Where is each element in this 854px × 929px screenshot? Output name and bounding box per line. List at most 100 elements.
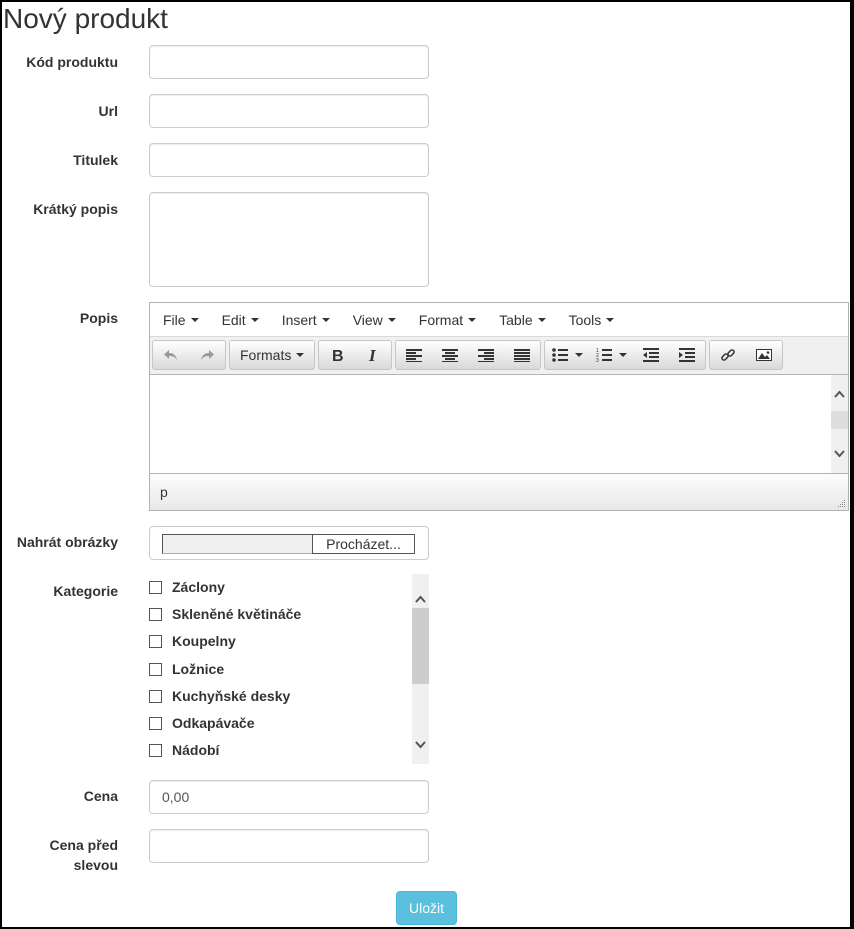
price-before-label-line2: slevou bbox=[73, 857, 118, 873]
category-checkbox[interactable] bbox=[149, 689, 162, 703]
menu-edit[interactable]: Edit bbox=[213, 312, 268, 328]
indent-button[interactable] bbox=[669, 341, 705, 369]
bold-button[interactable]: B bbox=[319, 341, 355, 369]
align-left-button[interactable] bbox=[396, 341, 432, 369]
scroll-up-icon[interactable] bbox=[412, 590, 429, 607]
category-item: Koupelny bbox=[149, 631, 236, 651]
outdent-icon bbox=[643, 348, 660, 362]
caret-down-icon bbox=[387, 317, 396, 322]
category-item: Skleněné květináče bbox=[149, 604, 301, 624]
numbered-list-button[interactable]: 123 bbox=[589, 341, 633, 369]
svg-text:3: 3 bbox=[596, 358, 599, 363]
svg-text:I: I bbox=[368, 347, 377, 363]
category-list: Záclony Skleněné květináče Koupelny Ložn… bbox=[149, 574, 429, 764]
menu-format[interactable]: Format bbox=[410, 312, 485, 328]
category-scrollbar[interactable] bbox=[412, 574, 429, 764]
indent-icon bbox=[679, 348, 696, 362]
browse-button[interactable]: Procházet... bbox=[312, 534, 415, 554]
short-desc-textarea[interactable] bbox=[149, 192, 429, 287]
code-label: Kód produktu bbox=[26, 54, 118, 70]
resize-handle-icon[interactable] bbox=[836, 498, 846, 508]
category-checkbox[interactable] bbox=[149, 607, 162, 621]
redo-button[interactable] bbox=[189, 341, 225, 369]
bullet-list-icon bbox=[552, 348, 568, 362]
list-group: 123 bbox=[544, 340, 707, 370]
scroll-thumb[interactable] bbox=[831, 411, 848, 429]
editor-scrollbar[interactable] bbox=[831, 375, 848, 473]
description-label: Popis bbox=[79, 310, 118, 326]
category-checkbox[interactable] bbox=[149, 634, 162, 648]
menu-file[interactable]: File bbox=[154, 312, 208, 328]
align-right-button[interactable] bbox=[468, 341, 504, 369]
page-title: Nový produkt bbox=[3, 3, 168, 34]
formats-dropdown[interactable]: Formats bbox=[230, 341, 314, 369]
url-label: Url bbox=[98, 103, 118, 119]
upload-label: Nahrát obrázky bbox=[16, 534, 118, 550]
scroll-thumb[interactable] bbox=[412, 608, 429, 684]
undo-button[interactable] bbox=[153, 341, 189, 369]
bullet-list-button[interactable] bbox=[545, 341, 589, 369]
scroll-down-icon[interactable] bbox=[831, 445, 848, 462]
category-label: Nádobí bbox=[172, 742, 220, 758]
menu-label: Edit bbox=[221, 311, 246, 328]
title-label: Titulek bbox=[73, 152, 118, 168]
italic-icon: I bbox=[368, 347, 377, 363]
price-input[interactable] bbox=[149, 780, 429, 814]
menu-insert[interactable]: Insert bbox=[273, 312, 339, 328]
caret-down-icon bbox=[321, 317, 330, 322]
category-label: Skleněné květináče bbox=[172, 606, 302, 622]
file-name-field[interactable] bbox=[162, 534, 312, 554]
category-checkbox[interactable] bbox=[149, 580, 162, 594]
align-center-button[interactable] bbox=[432, 341, 468, 369]
category-label: Odkapávače bbox=[172, 715, 255, 731]
caret-down-icon bbox=[468, 317, 477, 322]
price-before-label: Cena před slevou bbox=[2, 835, 118, 875]
align-left-icon bbox=[406, 349, 423, 362]
category-checkbox[interactable] bbox=[149, 716, 162, 730]
bold-icon: B bbox=[332, 348, 344, 363]
menu-label: File bbox=[163, 311, 186, 328]
menu-label: Tools bbox=[568, 311, 602, 328]
url-input[interactable] bbox=[149, 94, 429, 128]
editor-content-area[interactable] bbox=[150, 375, 848, 473]
element-path[interactable]: p bbox=[160, 484, 168, 500]
menu-view[interactable]: View bbox=[344, 312, 405, 328]
short-desc-label: Krátký popis bbox=[33, 201, 118, 217]
category-label: Koupelny bbox=[172, 633, 236, 649]
formats-group: Formats bbox=[229, 340, 316, 370]
italic-button[interactable]: I bbox=[355, 341, 391, 369]
save-button[interactable]: Uložit bbox=[396, 891, 457, 925]
link-button[interactable] bbox=[710, 341, 746, 369]
caret-down-icon bbox=[537, 317, 546, 322]
insert-group bbox=[709, 340, 784, 370]
history-group bbox=[152, 340, 226, 370]
align-justify-button[interactable] bbox=[504, 341, 540, 369]
editor-statusbar: p bbox=[150, 473, 848, 510]
title-input[interactable] bbox=[149, 143, 429, 177]
svg-text:B: B bbox=[332, 348, 344, 363]
menu-label: Format bbox=[418, 311, 464, 328]
outdent-button[interactable] bbox=[633, 341, 669, 369]
editor-menubar: File Edit Insert View Format Table Tools bbox=[150, 303, 848, 337]
categories-label: Kategorie bbox=[53, 583, 118, 599]
menu-tools[interactable]: Tools bbox=[560, 312, 624, 328]
category-checkbox[interactable] bbox=[149, 743, 162, 757]
editor-toolbar: Formats B I 1 2 3 bbox=[150, 337, 848, 375]
image-button[interactable] bbox=[746, 341, 782, 369]
category-item: Kuchyňské desky bbox=[149, 686, 290, 706]
rich-text-editor: File Edit Insert View Format Table Tools… bbox=[149, 302, 849, 511]
category-checkbox[interactable] bbox=[149, 662, 162, 676]
menu-table[interactable]: Table bbox=[490, 312, 554, 328]
caret-down-icon bbox=[296, 353, 305, 357]
style-group: B I bbox=[318, 340, 393, 370]
category-label: Ložnice bbox=[172, 661, 225, 677]
product-code-input[interactable] bbox=[149, 45, 429, 79]
redo-icon bbox=[201, 350, 214, 360]
align-center-icon bbox=[442, 349, 459, 362]
page: Nový produkt Kód produktu Url Titulek Kr… bbox=[2, 2, 850, 927]
category-item: Odkapávače bbox=[149, 713, 255, 733]
price-before-discount-input[interactable] bbox=[149, 829, 429, 863]
menu-label: Insert bbox=[281, 311, 317, 328]
scroll-down-icon[interactable] bbox=[412, 736, 429, 753]
scroll-up-icon[interactable] bbox=[831, 385, 848, 402]
